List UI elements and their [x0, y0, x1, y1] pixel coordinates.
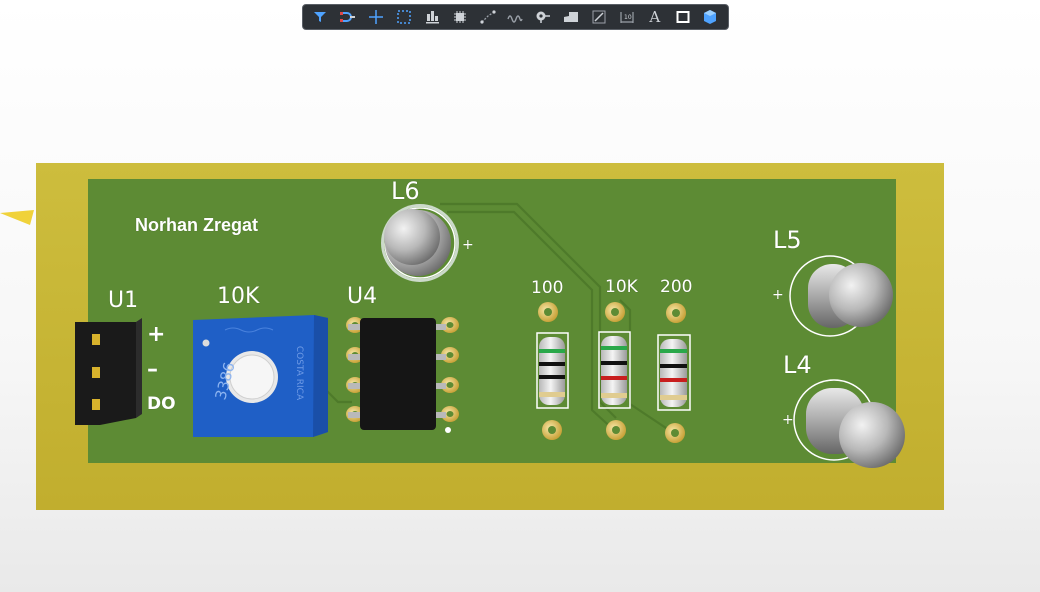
header-pin-plus: + — [147, 322, 166, 347]
led-l4-polarity: + — [782, 412, 794, 428]
led-l5-polarity: + — [772, 287, 784, 303]
designator-l4: L4 — [783, 351, 812, 379]
header-u1 — [75, 318, 142, 425]
designator-l6: L6 — [391, 177, 420, 205]
resistor-200 — [657, 334, 691, 411]
resistor-100 — [536, 332, 569, 409]
designator-u1: U1 — [108, 288, 139, 313]
designator-r-200: 200 — [660, 277, 693, 297]
ic-u4-body — [348, 318, 446, 430]
led-l6 — [381, 204, 459, 282]
trimpot-brand-text: COSTA RICA — [294, 345, 305, 401]
author-label: Norhan Zregat — [135, 215, 259, 235]
header-pin-out: DO — [147, 394, 176, 414]
designator-u4: U4 — [347, 284, 378, 309]
resistor-10k — [598, 331, 631, 409]
designator-pot: 10K — [217, 284, 260, 309]
header-pin-minus: – — [147, 357, 158, 382]
designator-r-10k: 10K — [605, 277, 638, 297]
designator-l5: L5 — [773, 226, 802, 254]
designator-r-100: 100 — [531, 278, 564, 298]
trimpot-10k — [193, 315, 328, 437]
pcb-board — [0, 163, 944, 510]
cursor-arrow — [0, 210, 34, 225]
led-l6-polarity: + — [462, 237, 474, 253]
